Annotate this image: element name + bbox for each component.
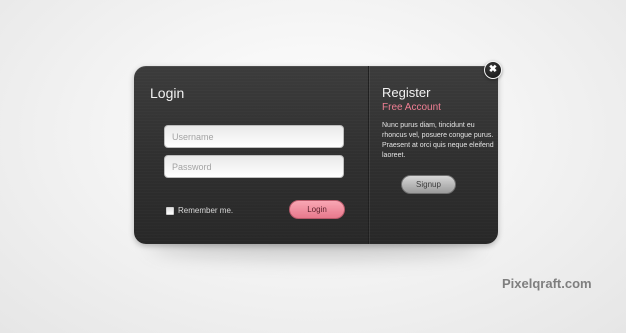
- register-description: Nunc purus diam, tincidunt eu rhoncus ve…: [382, 122, 494, 159]
- username-input[interactable]: [164, 125, 344, 148]
- login-button[interactable]: Login: [289, 200, 345, 219]
- login-register-panel: Login Remember me. Login Register Free A…: [134, 66, 498, 244]
- login-title: Login: [150, 85, 185, 101]
- remember-me-label: Remember me.: [178, 206, 234, 215]
- watermark: Pixelqraft.com: [502, 276, 592, 291]
- password-input[interactable]: [164, 155, 344, 178]
- close-icon[interactable]: ✖: [484, 61, 502, 79]
- remember-me-checkbox[interactable]: [166, 206, 174, 215]
- panel-divider: [368, 66, 369, 244]
- register-title: Register: [382, 85, 431, 100]
- register-subtitle: Free Account: [382, 102, 441, 113]
- signup-button[interactable]: Signup: [401, 175, 456, 194]
- remember-me[interactable]: Remember me.: [166, 206, 233, 215]
